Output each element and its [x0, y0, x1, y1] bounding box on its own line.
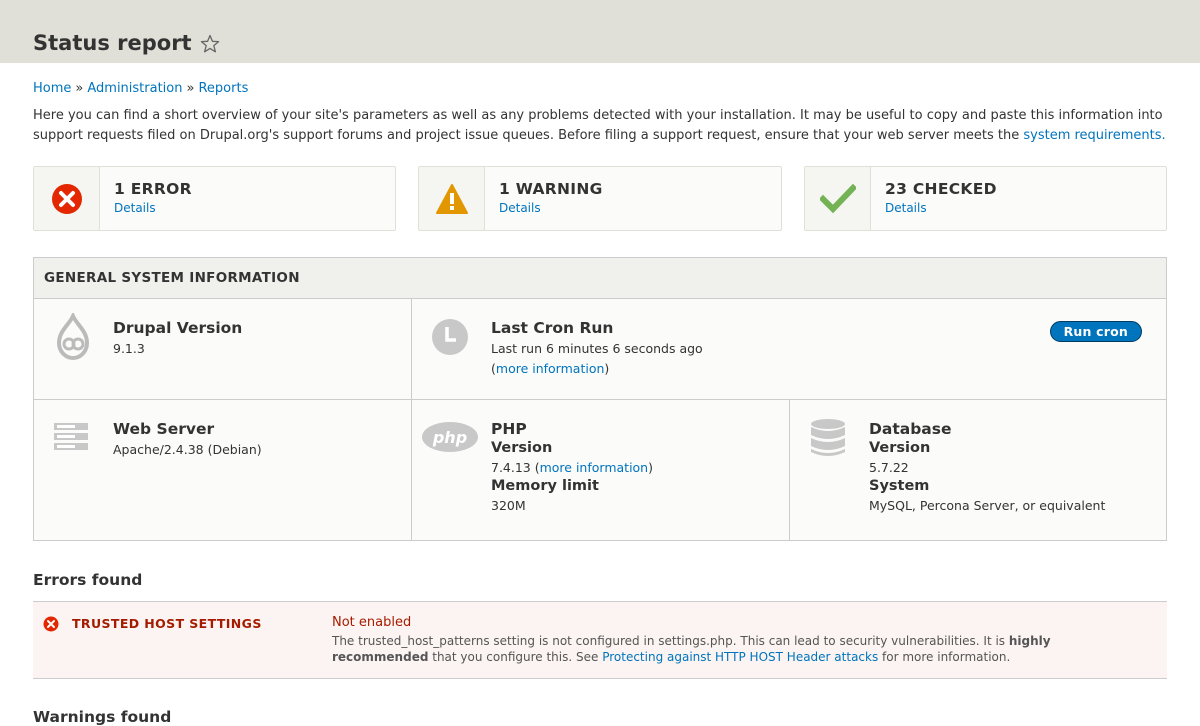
error-count: 1 ERROR [114, 180, 192, 198]
intro-text: Here you can find a short overview of yo… [33, 106, 1173, 146]
drupal-version-cell: Drupal Version 9.1.3 [34, 299, 412, 400]
database-version-label: Version [869, 440, 931, 456]
error-desc-part: The trusted_host_patterns setting is not… [332, 634, 1009, 648]
web-server-value: Apache/2.4.38 (Debian) [113, 442, 262, 457]
error-item-trusted-host: TRUSTED HOST SETTINGS Not enabled The tr… [33, 601, 1167, 679]
php-version-value: 7.4.13 ( [491, 460, 540, 475]
php-version-label: Version [491, 440, 553, 456]
cron-more-info-link[interactable]: more information [496, 361, 605, 376]
summary-warnings: 1 WARNING Details [418, 166, 782, 231]
drupal-drop-icon [53, 311, 93, 365]
page-title: Status report [33, 31, 219, 55]
check-icon [805, 167, 871, 230]
general-heading: GENERAL SYSTEM INFORMATION [34, 258, 1166, 299]
database-system-label: System [869, 478, 930, 494]
error-details-link[interactable]: Details [114, 201, 192, 215]
cron-more-info-line: (more information) [491, 360, 703, 377]
database-title: Database [869, 420, 952, 438]
summary-errors: 1 ERROR Details [33, 166, 396, 231]
web-server-cell: Web Server Apache/2.4.38 (Debian) [34, 400, 412, 540]
checked-count: 23 CHECKED [885, 180, 997, 198]
warning-icon [419, 167, 485, 230]
system-requirements-link[interactable]: system requirements. [1023, 128, 1165, 143]
star-icon[interactable] [200, 34, 219, 53]
cron-cell: Last Cron Run Last run 6 minutes 6 secon… [412, 299, 1166, 400]
error-desc-part: for more information. [878, 650, 1011, 664]
php-title: PHP [491, 420, 527, 438]
warnings-found-heading: Warnings found [33, 708, 172, 726]
error-name: TRUSTED HOST SETTINGS [72, 616, 262, 631]
database-icon [810, 418, 846, 462]
web-server-title: Web Server [113, 420, 215, 438]
breadcrumb-reports[interactable]: Reports [198, 81, 248, 96]
general-system-information: GENERAL SYSTEM INFORMATION Drupal Versio… [33, 257, 1167, 541]
svg-text:php: php [432, 428, 467, 447]
php-more-info-link[interactable]: more information [540, 460, 649, 475]
server-icon [53, 422, 89, 456]
error-description: The trusted_host_patterns setting is not… [332, 633, 1092, 665]
clock-icon [432, 319, 468, 359]
errors-found-heading: Errors found [33, 571, 143, 589]
paren-close: ) [604, 361, 610, 376]
page-title-text: Status report [33, 31, 192, 55]
cron-last-run: Last run 6 minutes 6 seconds ago [491, 341, 703, 356]
cron-title: Last Cron Run [491, 319, 614, 337]
error-status: Not enabled [332, 615, 412, 630]
php-memory-value: 320M [491, 498, 526, 513]
warning-count: 1 WARNING [499, 180, 603, 198]
drupal-version-title: Drupal Version [113, 319, 243, 337]
breadcrumb-separator: » [75, 81, 84, 96]
breadcrumb: Home» Administration» Reports [33, 81, 248, 96]
php-cell: php PHP Version 7.4.13 (more information… [412, 400, 790, 540]
warning-details-link[interactable]: Details [499, 201, 603, 215]
error-icon [34, 167, 100, 230]
breadcrumb-administration[interactable]: Administration [87, 81, 182, 96]
checked-details-link[interactable]: Details [885, 201, 997, 215]
page-header: Status report [0, 0, 1200, 63]
paren-close: ) [648, 460, 653, 475]
php-version-line: 7.4.13 (more information) [491, 459, 653, 476]
database-cell: Database Version 5.7.22 System MySQL, Pe… [790, 400, 1166, 540]
database-system-value: MySQL, Percona Server, or equivalent [869, 498, 1106, 513]
breadcrumb-separator: » [186, 81, 195, 96]
http-host-attacks-link[interactable]: Protecting against HTTP HOST Header atta… [602, 650, 878, 664]
php-memory-label: Memory limit [491, 478, 599, 494]
error-icon [43, 616, 59, 636]
summary-checked: 23 CHECKED Details [804, 166, 1167, 231]
drupal-version-value: 9.1.3 [113, 341, 145, 356]
run-cron-button[interactable]: Run cron [1049, 321, 1142, 342]
database-version-value: 5.7.22 [869, 460, 909, 475]
php-icon: php [422, 422, 478, 456]
error-desc-part: that you configure this. See [428, 650, 603, 664]
intro-body: Here you can find a short overview of yo… [33, 108, 1163, 143]
breadcrumb-home[interactable]: Home [33, 81, 71, 96]
